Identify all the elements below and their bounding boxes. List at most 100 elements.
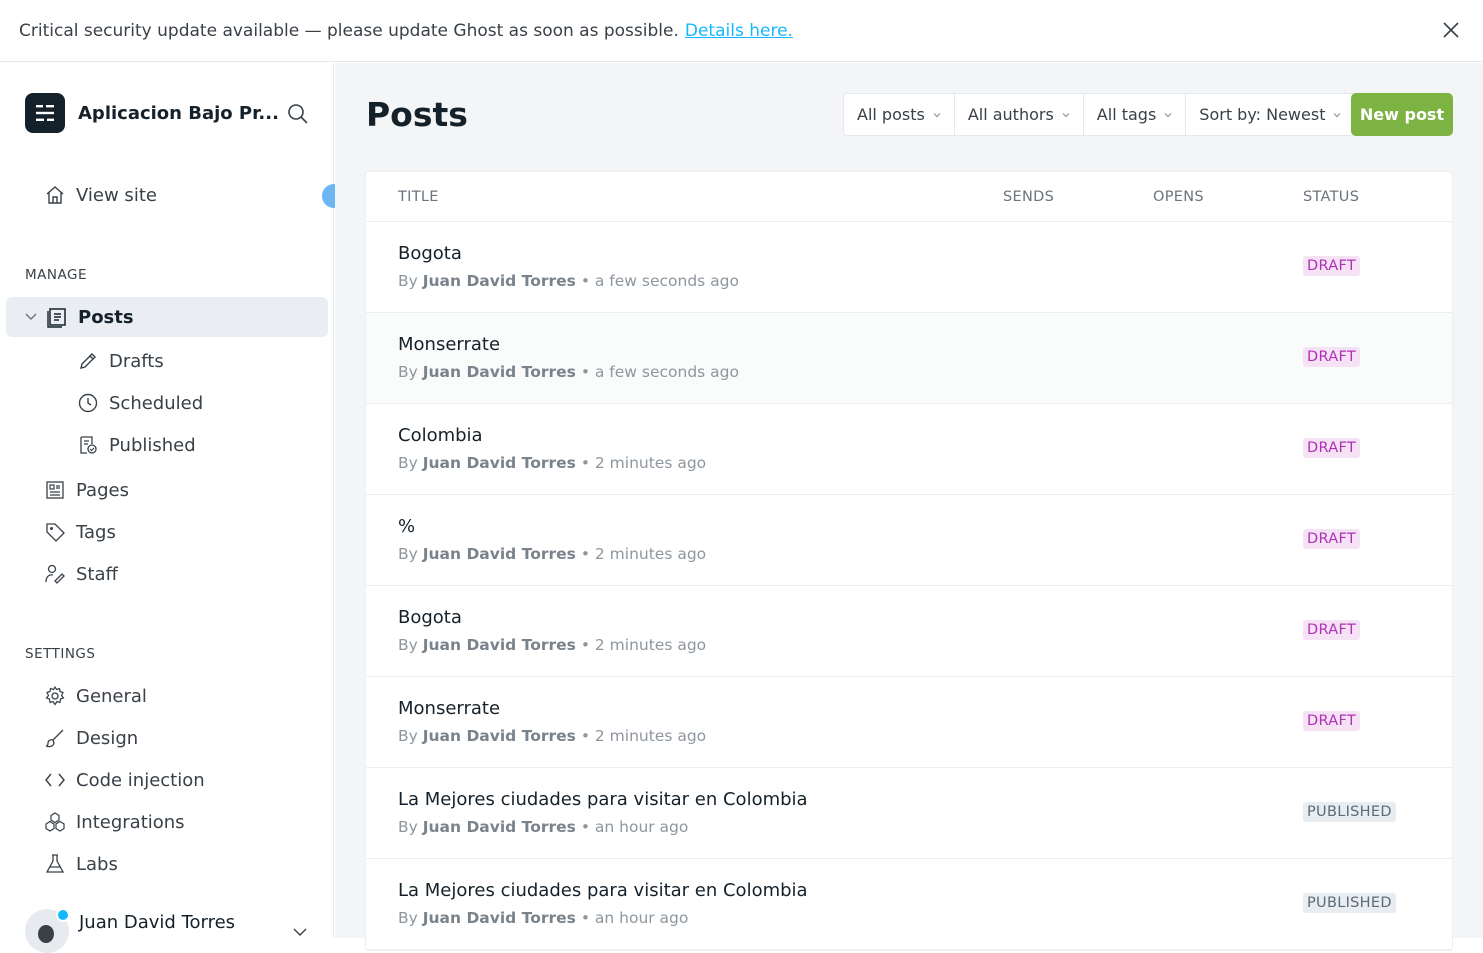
filter-sort[interactable]: Sort by: Newest bbox=[1186, 94, 1354, 135]
search-icon[interactable] bbox=[287, 103, 309, 125]
table-row[interactable]: La Mejores ciudades para visitar en Colo… bbox=[366, 768, 1452, 859]
avatar-status-dot bbox=[56, 908, 70, 922]
table-row[interactable]: Monserrate By Juan David Torres • 2 minu… bbox=[366, 677, 1452, 768]
table-row[interactable]: La Mejores ciudades para visitar en Colo… bbox=[366, 859, 1452, 950]
post-author: Juan David Torres bbox=[422, 454, 576, 472]
post-time: • a few seconds ago bbox=[580, 272, 740, 290]
post-author: Juan David Torres bbox=[422, 545, 576, 563]
nav-labs-label: Labs bbox=[76, 853, 118, 875]
post-author: Juan David Torres bbox=[422, 363, 576, 381]
column-title: TITLE bbox=[398, 189, 439, 205]
close-icon[interactable] bbox=[1441, 20, 1461, 40]
security-banner: Critical security update available — ple… bbox=[0, 0, 1483, 62]
post-title: Monserrate bbox=[398, 698, 501, 719]
chevron-down-icon bbox=[933, 112, 941, 117]
nav-published[interactable]: Published bbox=[77, 434, 196, 456]
nav-labs[interactable]: Labs bbox=[44, 853, 118, 875]
nav-tags[interactable]: Tags bbox=[44, 521, 116, 543]
status-badge: DRAFT bbox=[1303, 620, 1361, 640]
nav-code-injection-label: Code injection bbox=[76, 769, 205, 791]
filter-sort-label: Sort by: Newest bbox=[1199, 105, 1326, 124]
nav-staff[interactable]: Staff bbox=[44, 563, 118, 585]
staff-icon bbox=[44, 563, 66, 585]
nav-scheduled[interactable]: Scheduled bbox=[77, 392, 203, 414]
table-header: TITLE SENDS OPENS STATUS bbox=[366, 172, 1452, 222]
code-icon bbox=[44, 769, 66, 791]
post-time: • 2 minutes ago bbox=[580, 727, 707, 745]
post-author: Juan David Torres bbox=[422, 818, 576, 836]
post-time: • 2 minutes ago bbox=[580, 545, 707, 563]
post-meta: By Juan David Torres • an hour ago bbox=[398, 909, 688, 927]
table-row[interactable]: Colombia By Juan David Torres • 2 minute… bbox=[366, 404, 1452, 495]
nav-view-site[interactable]: View site bbox=[44, 184, 157, 206]
column-sends: SENDS bbox=[1003, 189, 1055, 205]
published-icon bbox=[77, 434, 99, 456]
post-time: • 2 minutes ago bbox=[580, 636, 707, 654]
sidebar: Aplicacion Bajo Pr... View site MANAGE P… bbox=[0, 63, 346, 953]
nav-scheduled-label: Scheduled bbox=[109, 392, 204, 414]
nav-design[interactable]: Design bbox=[44, 727, 138, 749]
post-author: Juan David Torres bbox=[422, 636, 576, 654]
post-time: • an hour ago bbox=[580, 909, 689, 927]
nav-code-injection[interactable]: Code injection bbox=[44, 769, 205, 791]
nav-design-label: Design bbox=[76, 727, 139, 749]
nav-integrations[interactable]: Integrations bbox=[44, 811, 185, 833]
table-row[interactable]: Bogota By Juan David Torres • a few seco… bbox=[366, 222, 1452, 313]
post-by: By bbox=[398, 545, 418, 563]
filter-tags[interactable]: All tags bbox=[1084, 94, 1187, 135]
column-status: STATUS bbox=[1303, 189, 1360, 205]
nav-posts[interactable]: Posts bbox=[24, 306, 134, 328]
post-meta: By Juan David Torres • 2 minutes ago bbox=[398, 454, 706, 472]
pages-icon bbox=[44, 479, 66, 501]
post-title: La Mejores ciudades para visitar en Colo… bbox=[398, 880, 808, 901]
chevron-down-icon[interactable] bbox=[291, 923, 309, 941]
flask-icon bbox=[44, 853, 66, 875]
post-author: Juan David Torres bbox=[422, 909, 576, 927]
post-meta: By Juan David Torres • a few seconds ago bbox=[398, 363, 739, 381]
brand-logo bbox=[25, 93, 65, 133]
filter-tags-label: All tags bbox=[1096, 105, 1157, 124]
nav-pages[interactable]: Pages bbox=[44, 479, 129, 501]
nav-published-label: Published bbox=[109, 434, 196, 456]
nav-view-site-label: View site bbox=[76, 184, 157, 206]
post-by: By bbox=[398, 727, 418, 745]
ghost-logo-icon bbox=[36, 105, 54, 121]
post-meta: By Juan David Torres • 2 minutes ago bbox=[398, 545, 706, 563]
new-post-button[interactable]: New post bbox=[1351, 93, 1453, 136]
post-author: Juan David Torres bbox=[422, 272, 576, 290]
settings-section-label: SETTINGS bbox=[25, 646, 96, 662]
posts-icon bbox=[46, 306, 68, 328]
table-row[interactable]: % By Juan David Torres • 2 minutes ago D… bbox=[366, 495, 1452, 586]
post-title: Bogota bbox=[398, 607, 462, 628]
banner-text: Critical security update available — ple… bbox=[19, 20, 679, 41]
post-by: By bbox=[398, 454, 418, 472]
table-row[interactable]: Monserrate By Juan David Torres • a few … bbox=[366, 313, 1452, 404]
post-by: By bbox=[398, 636, 418, 654]
chevron-down-icon bbox=[1334, 112, 1341, 117]
brand[interactable]: Aplicacion Bajo Pr... bbox=[25, 93, 279, 133]
table-row[interactable]: Bogota By Juan David Torres • 2 minutes … bbox=[366, 586, 1452, 677]
banner-details-link[interactable]: Details here. bbox=[685, 21, 793, 41]
page-title: Posts bbox=[366, 95, 468, 134]
nav-general[interactable]: General bbox=[44, 685, 147, 707]
tag-icon bbox=[44, 521, 66, 543]
status-badge: DRAFT bbox=[1303, 438, 1361, 458]
post-by: By bbox=[398, 909, 418, 927]
post-time: • an hour ago bbox=[580, 818, 689, 836]
chevron-down-icon[interactable] bbox=[24, 310, 38, 324]
posts-table: TITLE SENDS OPENS STATUS Bogota By Juan … bbox=[365, 171, 1453, 951]
post-time: • 2 minutes ago bbox=[580, 454, 707, 472]
post-meta: By Juan David Torres • 2 minutes ago bbox=[398, 727, 706, 745]
nav-drafts[interactable]: Drafts bbox=[77, 350, 164, 372]
filter-posts[interactable]: All posts bbox=[844, 94, 955, 135]
post-time: • a few seconds ago bbox=[580, 363, 740, 381]
post-by: By bbox=[398, 272, 418, 290]
post-meta: By Juan David Torres • an hour ago bbox=[398, 818, 688, 836]
filter-authors[interactable]: All authors bbox=[955, 94, 1084, 135]
user-name: Juan David Torres bbox=[79, 911, 236, 933]
column-opens: OPENS bbox=[1153, 189, 1204, 205]
brush-icon bbox=[44, 727, 66, 749]
nav-posts-label: Posts bbox=[78, 306, 134, 328]
post-title: Monserrate bbox=[398, 334, 501, 355]
nav-integrations-label: Integrations bbox=[76, 811, 185, 833]
